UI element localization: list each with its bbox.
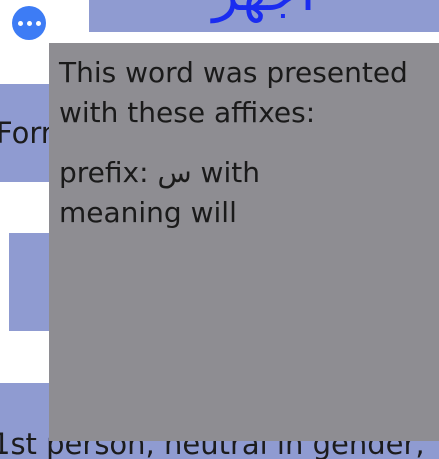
affix-description: prefix: س with meaning will: [59, 153, 289, 233]
ellipsis-icon: [35, 20, 41, 26]
word-card[interactable]: أجهز: [89, 0, 439, 32]
popover-intro: This word was presented with these affix…: [59, 56, 408, 129]
app-screen: أجهز Form 1st person, neutral in gender,…: [0, 0, 439, 459]
affix-prefix-label: prefix:: [59, 156, 149, 189]
more-options-button[interactable]: [12, 6, 46, 40]
ellipsis-icon: [26, 20, 32, 26]
ellipsis-icon: [17, 20, 23, 26]
affix-popover[interactable]: This word was presented with these affix…: [49, 43, 439, 441]
arabic-word: أجهز: [89, 0, 439, 22]
affix-value: س: [157, 156, 192, 189]
